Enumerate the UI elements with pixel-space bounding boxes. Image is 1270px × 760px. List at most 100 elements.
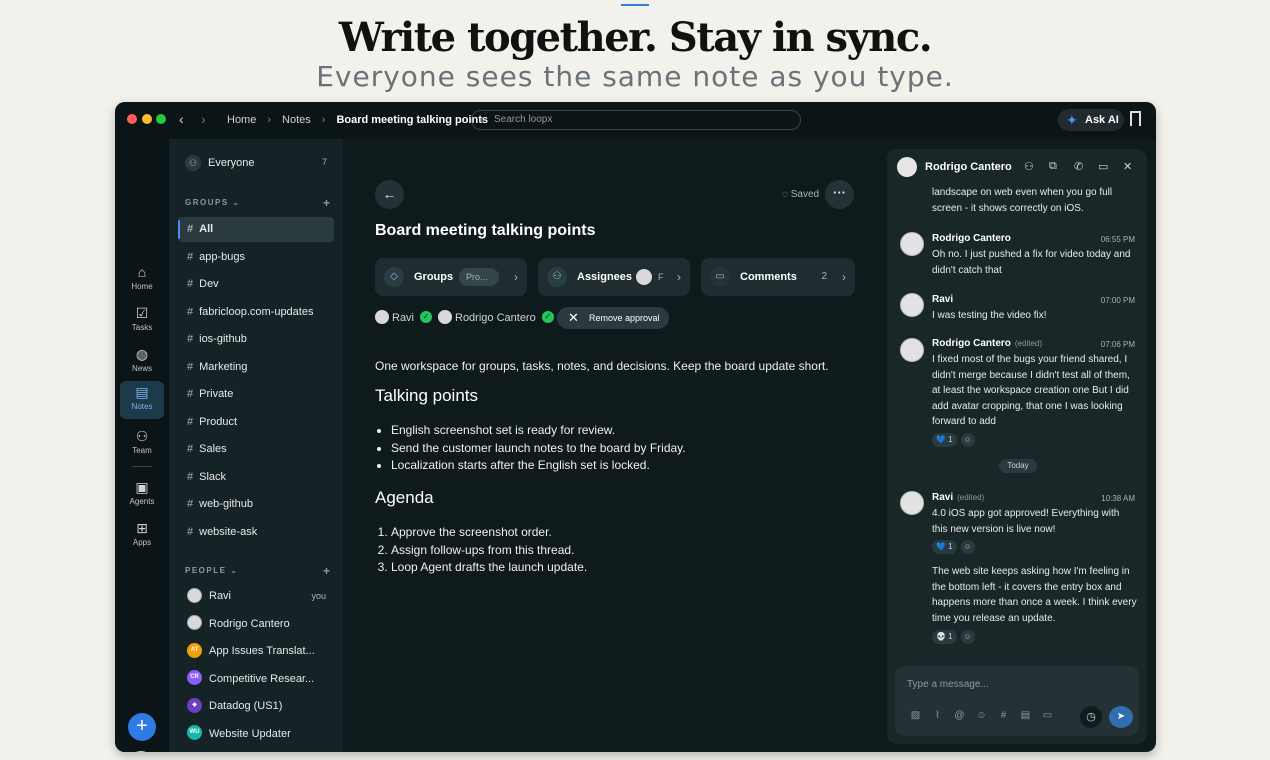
sidebar-item-group[interactable]: # Product: [178, 410, 334, 435]
forward-arrow-icon[interactable]: ›: [201, 111, 206, 127]
message-author: Ravi: [932, 294, 953, 305]
sidebar-item-group[interactable]: # Sales: [178, 437, 334, 462]
sidebar-item-group[interactable]: # Slack: [178, 465, 334, 490]
add-group-icon[interactable]: +: [323, 196, 330, 210]
comments-chip[interactable]: ▭ Comments 2 ›: [701, 258, 855, 296]
sidebar-item-group[interactable]: # fabricloop.com-updates: [178, 300, 334, 325]
sidebar-item-group[interactable]: # ios-github: [178, 327, 334, 352]
emoji-icon[interactable]: ☺: [973, 710, 990, 721]
avatar: [375, 310, 389, 325]
hash-icon: #: [187, 333, 194, 345]
rail-tasks[interactable]: ☑ Tasks: [120, 302, 164, 340]
image-icon[interactable]: ▨: [907, 710, 924, 721]
group-label: Dev: [199, 278, 219, 290]
group-label: web-github: [199, 498, 253, 510]
assignees-chip[interactable]: ⚇ Assignees F ›: [538, 258, 690, 296]
maximize-window-button[interactable]: [156, 114, 166, 124]
rail-apps[interactable]: ⊞ Apps: [120, 517, 164, 555]
list-item[interactable]: Assign follow-ups from this thread.: [391, 542, 587, 560]
list-item[interactable]: Send the customer launch notes to the bo…: [391, 440, 686, 458]
search-placeholder: Search loopx: [494, 114, 553, 125]
sidebar-item-everyone[interactable]: ⚇ Everyone 7: [185, 155, 333, 173]
message-time: 07:00 PM: [1100, 296, 1135, 305]
sidebar-item-group[interactable]: # website-ask: [178, 520, 334, 545]
add-reaction-icon[interactable]: ☺: [960, 433, 975, 447]
hash-icon: #: [187, 223, 194, 235]
hash-icon: #: [187, 525, 194, 538]
message-author: Rodrigo Cantero (edited): [932, 338, 1042, 349]
rail-home[interactable]: ⌂ Home: [120, 261, 164, 299]
rail-team[interactable]: ⚇ Team: [120, 425, 164, 463]
breadcrumb-home[interactable]: Home: [227, 114, 256, 126]
list-item[interactable]: English screenshot set is ready for revi…: [391, 422, 686, 440]
breadcrumb-notes[interactable]: Notes: [282, 114, 311, 126]
back-button[interactable]: ←: [375, 180, 404, 209]
sidebar-item-person[interactable]: CR Competitive Resear...: [178, 667, 334, 692]
list-item[interactable]: Approve the screenshot order.: [391, 524, 587, 542]
list-item[interactable]: Loop Agent drafts the launch update.: [391, 559, 587, 577]
ask-ai-button[interactable]: ✦ Ask AI: [1058, 109, 1124, 131]
copy-icon[interactable]: ⧉: [1049, 160, 1057, 173]
add-person-icon[interactable]: +: [323, 564, 330, 578]
add-reaction-icon[interactable]: ☺: [960, 540, 975, 554]
sidebar-item-group[interactable]: # All: [178, 217, 334, 242]
attachment-icon[interactable]: ⌇: [929, 710, 946, 721]
new-item-button[interactable]: +: [128, 713, 156, 741]
reaction-chip[interactable]: 💙 1: [932, 540, 957, 554]
note-intro[interactable]: One workspace for groups, tasks, notes, …: [375, 359, 829, 373]
people-section-header[interactable]: PEOPLE ⌄ +: [185, 564, 333, 578]
message-text: Oh no. I just pushed a fix for video tod…: [932, 249, 1131, 276]
sidebar-item-group[interactable]: # Marketing: [178, 355, 334, 380]
agenda-heading[interactable]: Agenda: [375, 488, 434, 508]
close-window-button[interactable]: [127, 114, 137, 124]
message-time: 06:55 PM: [1100, 235, 1135, 244]
add-person-icon[interactable]: ⚇: [1024, 160, 1034, 173]
rail-agents-label: Agents: [129, 497, 155, 506]
phone-icon[interactable]: ✆: [1074, 160, 1083, 173]
reaction-chip[interactable]: 💀 1: [932, 630, 957, 644]
rail-notes[interactable]: ▤ Notes: [120, 381, 164, 419]
message-composer[interactable]: Type a message... ▨ ⌇ @ ☺ # ▤ ▭ ◷ ➤: [895, 666, 1139, 736]
list-item[interactable]: Localization starts after the English se…: [391, 457, 686, 475]
rail-news[interactable]: ◍ News: [120, 343, 164, 381]
sidebar-item-person[interactable]: AT App Issues Translat...: [178, 639, 334, 664]
reaction-chip[interactable]: 💙 1: [932, 433, 957, 447]
sidebar-item-person[interactable]: Rodrigo Cantero: [178, 612, 334, 637]
back-arrow-icon[interactable]: ‹: [179, 111, 184, 127]
hash-icon[interactable]: #: [995, 710, 1012, 721]
sidebar-item-person[interactable]: WU Website Updater: [178, 722, 334, 747]
search-input[interactable]: ⌕ Search loopx: [471, 110, 801, 130]
close-icon[interactable]: ✕: [1123, 160, 1132, 173]
document-icon[interactable]: ▤: [1017, 710, 1034, 721]
groups-chip[interactable]: ◇ Groups Pro... ›: [375, 258, 527, 296]
rail-agents[interactable]: ▣ Agents: [120, 476, 164, 514]
mention-icon[interactable]: @: [951, 710, 968, 721]
video-icon[interactable]: ▭: [1098, 160, 1108, 173]
talking-points-heading[interactable]: Talking points: [375, 386, 478, 406]
sidebar-item-group[interactable]: # Private: [178, 382, 334, 407]
sidebar-item-person[interactable]: ◆ Datadog (US1): [178, 694, 334, 719]
day-divider: Today: [999, 459, 1037, 473]
bookmark-icon[interactable]: [1130, 111, 1141, 130]
add-reaction-icon[interactable]: ☺: [960, 630, 975, 644]
schedule-icon[interactable]: ◷: [1080, 706, 1102, 728]
more-options-button[interactable]: ···: [825, 180, 854, 209]
sidebar-item-person[interactable]: Ravi you: [178, 584, 334, 609]
message-text: 4.0 iOS app got approved! Everything wit…: [932, 508, 1120, 535]
avatar: [900, 338, 924, 362]
approver: Rodrigo Cantero ✓: [438, 307, 554, 329]
remove-approval-button[interactable]: ✕ Remove approval: [557, 307, 669, 329]
avatar: CR: [187, 670, 202, 686]
breadcrumb: Home › Notes › Board meeting talking poi…: [227, 114, 488, 126]
send-button[interactable]: ➤: [1109, 706, 1133, 728]
hash-icon: #: [187, 250, 194, 263]
note-title[interactable]: Board meeting talking points: [375, 222, 595, 240]
gif-icon[interactable]: ▭: [1039, 710, 1056, 721]
sidebar-item-group[interactable]: # Dev: [178, 272, 334, 297]
minimize-window-button[interactable]: [142, 114, 152, 124]
user-avatar[interactable]: [128, 751, 154, 752]
groups-section-header[interactable]: GROUPS ⌄ +: [185, 196, 333, 210]
sidebar-item-group[interactable]: # app-bugs: [178, 245, 334, 270]
sidebar-item-group[interactable]: # web-github: [178, 492, 334, 517]
message-input[interactable]: Type a message...: [907, 679, 989, 690]
